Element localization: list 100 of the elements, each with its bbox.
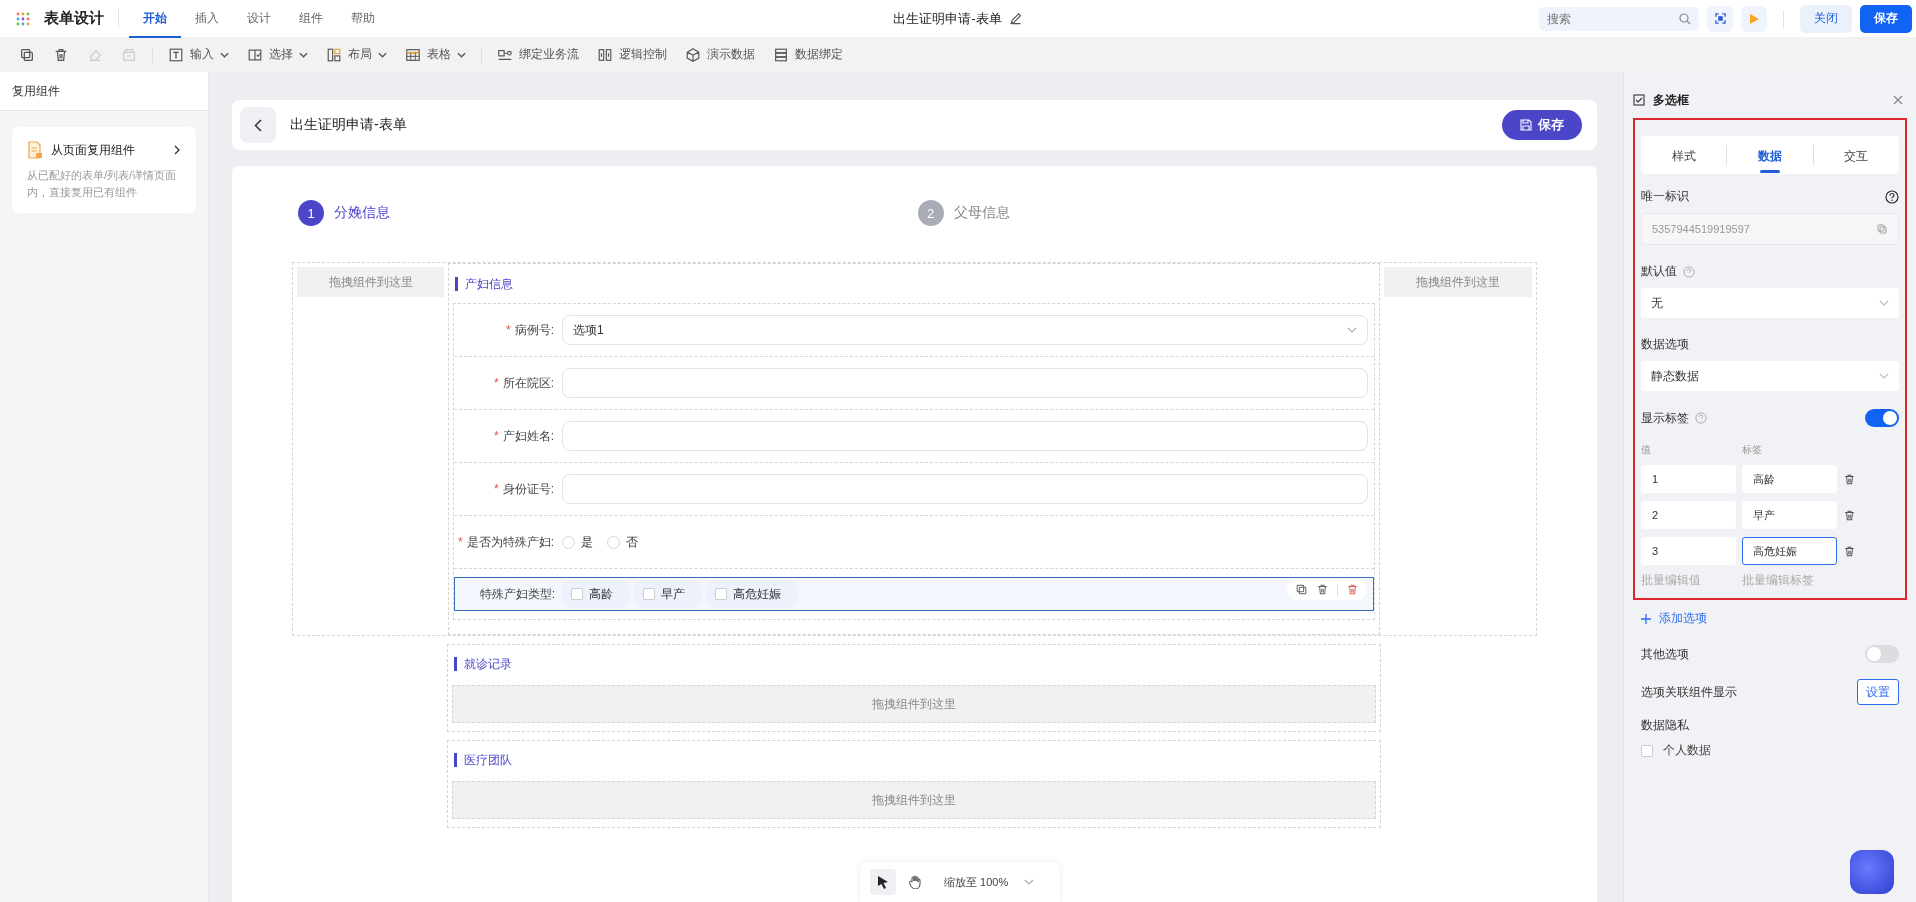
column-header: 值 [1641, 443, 1652, 457]
search-field[interactable]: 搜索 [1539, 6, 1699, 31]
assistant-button[interactable] [1850, 850, 1894, 894]
checkbox-option[interactable]: 早产 [635, 580, 701, 608]
toolbar-dropdown[interactable]: 选择 [240, 42, 315, 67]
checkbox-icon [1633, 94, 1645, 106]
back-button[interactable] [240, 107, 276, 143]
menu-tab[interactable]: 组件 [285, 0, 337, 38]
close-button[interactable]: 关闭 [1800, 4, 1852, 33]
toolbar-button[interactable]: 逻辑控制 [590, 42, 674, 67]
input-field[interactable] [562, 474, 1368, 504]
zoom-level-dropdown[interactable]: 缩放至 100% [944, 874, 1009, 890]
cube-icon [685, 46, 701, 63]
plus-icon [1641, 613, 1651, 624]
checkbox-option[interactable]: 高龄 [563, 580, 629, 608]
required-mark: * [494, 375, 499, 390]
input-field[interactable] [562, 421, 1368, 451]
preview-button[interactable] [1741, 5, 1767, 32]
copy-icon [19, 46, 35, 63]
hand-icon [908, 875, 922, 889]
checkbox-option[interactable]: 高危妊娠 [707, 580, 797, 608]
save-button[interactable]: 保存 [1860, 4, 1912, 33]
search-icon [1679, 12, 1691, 25]
chevron-down-icon [1879, 373, 1889, 379]
field-label: 默认值 [1641, 263, 1677, 280]
toolbar-dropdown[interactable]: 表格 [398, 42, 473, 67]
menu-tab[interactable]: 插入 [181, 0, 233, 38]
label-input[interactable]: 早产 [1742, 501, 1837, 529]
tab[interactable]: 交互 [1813, 137, 1899, 173]
value-input[interactable]: 2 [1641, 501, 1736, 529]
menu-tab[interactable]: 帮助 [337, 0, 389, 38]
form-row[interactable]: * 病例号: 选项1 [454, 304, 1374, 357]
scan-button[interactable] [1707, 5, 1733, 32]
drop-zone: 拖拽组件到这里 [452, 781, 1376, 819]
tab[interactable]: 数据 [1727, 137, 1813, 173]
label-input[interactable]: 高龄 [1742, 465, 1837, 493]
reuse-card[interactable]: 从页面复用组件 从已配好的表单/列表/详情页面内，直接复用已有组件 [12, 127, 196, 213]
caret-icon [220, 51, 229, 58]
step-label[interactable]: 父母信息 [953, 204, 1010, 222]
field-label: 特殊产妇类型: [479, 586, 555, 601]
document-title: 出生证明申请-表单 [893, 9, 1002, 28]
chevron-down-icon[interactable] [1024, 879, 1035, 885]
input-field[interactable] [562, 368, 1368, 398]
checkbox-option[interactable]: 个人数据 [1641, 742, 1899, 759]
value-input[interactable]: 1 [1641, 465, 1736, 493]
trash-icon[interactable] [1316, 583, 1329, 596]
section-title: 产妇信息 [455, 277, 1375, 291]
form-row[interactable]: 特殊产妇类型: 高龄 早产 高危妊娠 [454, 577, 1374, 611]
trash-icon[interactable] [1843, 472, 1856, 486]
form-row[interactable]: * 是否为特殊产妇: 是 否 [454, 516, 1374, 569]
toggle-switch[interactable] [1865, 409, 1899, 427]
select-icon [247, 46, 263, 63]
toolbar-button[interactable]: 数据绑定 [766, 42, 850, 67]
select-field[interactable]: 无 [1641, 288, 1899, 318]
form-row[interactable]: * 身份证号: [454, 463, 1374, 516]
toolbar-button[interactable]: 绑定业务流 [490, 42, 586, 67]
add-option-button[interactable]: 添加选项 [1641, 610, 1707, 627]
required-mark: * [494, 428, 499, 443]
form-row[interactable]: * 产妇姓名: [454, 410, 1374, 463]
toggle-switch[interactable] [1865, 645, 1899, 663]
settings-button[interactable]: 设置 [1857, 679, 1899, 705]
trash-icon[interactable] [1346, 583, 1359, 596]
step-number[interactable]: 1 [298, 200, 324, 226]
save-button[interactable]: 保存 [1502, 110, 1582, 140]
text-icon [168, 46, 184, 63]
field-label: 所在院区: [502, 375, 554, 390]
field-label: 产妇姓名: [502, 428, 554, 443]
required-mark: * [458, 534, 463, 549]
chevron-down-icon [1879, 300, 1889, 306]
copy-icon[interactable] [1295, 583, 1308, 596]
save-icon [1520, 119, 1532, 131]
toolbar-button[interactable]: 演示数据 [678, 42, 762, 67]
menu-tab[interactable]: 设计 [233, 0, 285, 38]
field-label: 其他选项 [1641, 645, 1689, 663]
cursor-icon [877, 875, 889, 889]
step-label[interactable]: 分娩信息 [334, 204, 390, 222]
radio-option[interactable]: 否 [607, 533, 638, 551]
scan-icon [1714, 13, 1726, 24]
chevron-down-icon [1347, 327, 1357, 333]
page-title: 出生证明申请-表单 [290, 116, 408, 134]
trash-icon[interactable] [1843, 544, 1856, 558]
value-input[interactable]: 3 [1641, 537, 1736, 565]
chevron-right-icon [174, 145, 181, 155]
toolbar-dropdown[interactable]: 布局 [319, 42, 394, 67]
trash-icon[interactable] [1843, 508, 1856, 522]
close-icon[interactable] [1893, 95, 1903, 105]
tab[interactable]: 样式 [1641, 137, 1727, 173]
pointer-tool[interactable] [870, 869, 896, 895]
select-field[interactable]: 静态数据 [1641, 361, 1899, 391]
grid-logo-icon[interactable] [16, 11, 30, 26]
required-mark: * [494, 481, 499, 496]
field-label: 数据隐私 [1641, 717, 1689, 734]
select-field[interactable]: 选项1 [562, 315, 1368, 345]
trash-icon [53, 46, 69, 63]
help-icon[interactable] [1885, 189, 1899, 204]
edit-icon[interactable] [1009, 12, 1023, 25]
radio-option[interactable]: 是 [562, 533, 593, 551]
toolbar-dropdown[interactable]: 输入 [161, 42, 236, 67]
form-row[interactable]: * 所在院区: [454, 357, 1374, 410]
label-input[interactable]: 高危妊娠 [1742, 537, 1837, 565]
